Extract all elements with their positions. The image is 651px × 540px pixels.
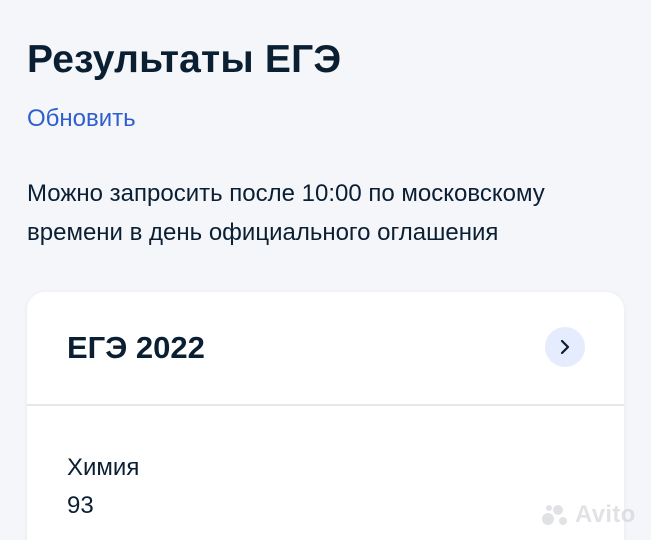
- info-text: Можно запросить после 10:00 по московско…: [27, 180, 545, 246]
- exam-card: ЕГЭ 2022 Химия 93: [27, 292, 624, 540]
- card-divider: [27, 404, 624, 406]
- page: Результаты ЕГЭ Обновить Можно запросить …: [0, 0, 651, 540]
- subject-score: 93: [67, 492, 94, 519]
- chevron-right-icon[interactable]: [545, 327, 585, 367]
- refresh-link[interactable]: Обновить: [27, 105, 136, 133]
- page-title: Результаты ЕГЭ: [27, 38, 342, 81]
- chevron-right-glyph: [560, 339, 570, 355]
- subject-name: Химия: [67, 454, 140, 481]
- exam-card-title: ЕГЭ 2022: [67, 330, 205, 365]
- exam-card-header[interactable]: ЕГЭ 2022: [27, 292, 624, 405]
